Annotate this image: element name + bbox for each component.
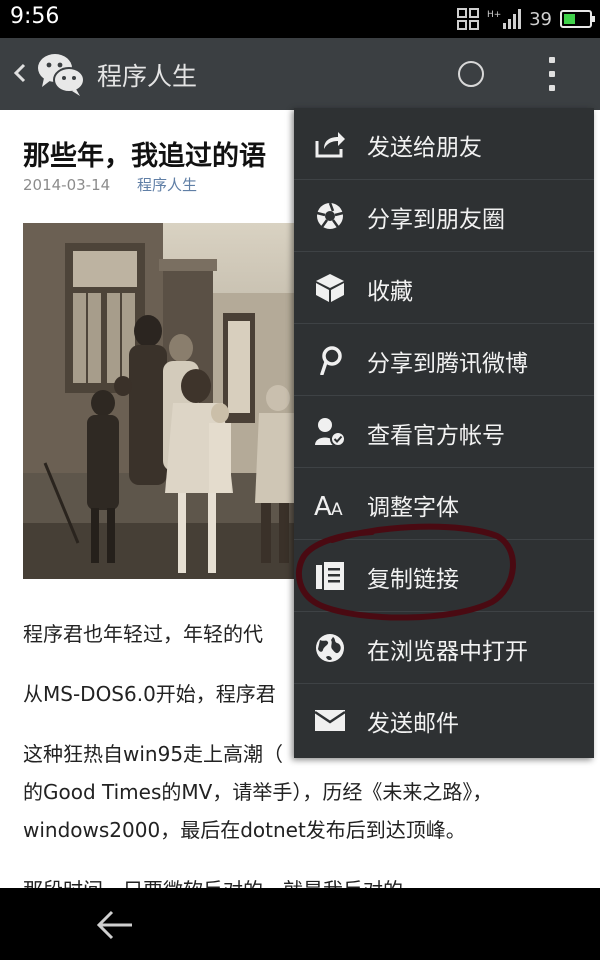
status-icons: H+ 39 xyxy=(457,6,595,32)
svg-text:A: A xyxy=(331,500,343,519)
article-paragraph: 程序君也年轻过，年轻的代 xyxy=(23,622,263,646)
article-paragraph: windows2000，最后在dotnet发布后到达顶峰。 xyxy=(23,818,466,842)
article-title: 那些年，我追过的语 xyxy=(23,141,266,172)
article-author-link[interactable]: 程序人生 xyxy=(137,176,197,194)
menu-item-send-email[interactable]: 发送邮件 xyxy=(294,684,594,756)
network-type-label: H+ xyxy=(487,10,501,20)
wechat-logo-icon xyxy=(38,54,85,96)
more-menu-icon[interactable] xyxy=(546,57,558,91)
font-size-icon: A A xyxy=(314,492,343,519)
copy-icon xyxy=(316,562,344,590)
article-photo xyxy=(23,223,295,579)
battery-fill xyxy=(564,14,575,24)
menu-item-share-weibo[interactable]: 分享到腾讯微博 xyxy=(294,324,594,396)
article-paragraph: 这种狂热自win95走上高潮（ xyxy=(23,742,284,766)
menu-item-label: 分享到腾讯微博 xyxy=(367,351,528,377)
menu-item-label: 分享到朋友圈 xyxy=(367,207,505,233)
menu-item-label: 收藏 xyxy=(367,279,413,305)
menu-item-label: 查看官方帐号 xyxy=(367,423,505,449)
menu-item-label: 调整字体 xyxy=(367,495,459,521)
menu-item-label: 发送邮件 xyxy=(367,711,459,737)
title-bar: 程序人生 xyxy=(0,38,600,110)
battery-level-text: 39 xyxy=(529,8,552,30)
mail-icon xyxy=(314,710,346,731)
menu-item-copy-link[interactable]: 复制链接 xyxy=(294,540,594,612)
menu-item-adjust-font[interactable]: A A 调整字体 xyxy=(294,468,594,540)
back-icon[interactable] xyxy=(10,58,30,88)
menu-item-share-moments[interactable]: 分享到朋友圈 xyxy=(294,180,594,252)
menu-item-open-in-browser[interactable]: 在浏览器中打开 xyxy=(294,612,594,684)
aperture-icon xyxy=(316,202,344,229)
status-bar: 9:56 H+ 39 xyxy=(0,0,600,38)
menu-item-send-to-friend[interactable]: 发送给朋友 xyxy=(294,108,594,180)
page-title: 程序人生 xyxy=(97,62,198,91)
menu-item-label: 发送给朋友 xyxy=(367,135,482,161)
share-arrow-icon xyxy=(315,132,345,158)
refresh-icon[interactable] xyxy=(458,61,484,87)
svg-text:A: A xyxy=(314,492,332,519)
menu-item-view-official-account[interactable]: 查看官方帐号 xyxy=(294,396,594,468)
overflow-menu: 发送给朋友 分享到朋友圈 收藏 分享到腾讯微博 查看官方帐号 A A 调整字体 … xyxy=(294,108,594,758)
dual-sim-icon xyxy=(457,8,480,30)
signal-icon: H+ xyxy=(487,9,522,29)
article-paragraph: 的Good Times的MV，请举手），历经《未来之路》， xyxy=(23,780,493,804)
globe-icon xyxy=(316,634,344,662)
battery-icon xyxy=(560,10,595,28)
article-paragraph: 那段时间，只要微软反对的，就是我反对的 xyxy=(23,874,403,888)
cube-icon xyxy=(316,274,344,302)
article-date: 2014-03-14 xyxy=(23,176,111,194)
article-paragraph: 从MS-DOS6.0开始，程序君 xyxy=(23,682,276,706)
weibo-icon xyxy=(320,346,342,375)
status-time: 9:56 xyxy=(10,4,60,29)
navigation-bar xyxy=(0,888,600,960)
menu-item-label: 在浏览器中打开 xyxy=(367,639,528,665)
verified-user-icon xyxy=(315,418,346,447)
menu-item-favorite[interactable]: 收藏 xyxy=(294,252,594,324)
menu-item-label: 复制链接 xyxy=(367,567,459,593)
article-meta: 2014-03-14 程序人生 xyxy=(23,174,197,195)
nav-back-arrow-icon[interactable] xyxy=(94,908,134,942)
